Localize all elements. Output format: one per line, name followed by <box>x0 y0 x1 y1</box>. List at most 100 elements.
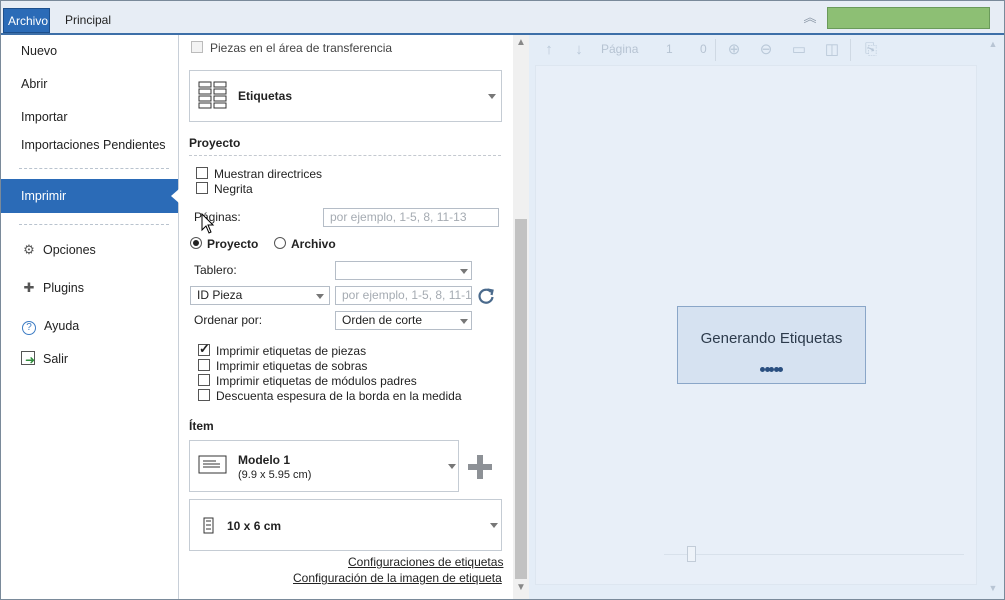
toolbar-divider <box>850 39 851 61</box>
nav-divider <box>19 224 169 225</box>
progress-indicator <box>827 7 990 29</box>
sort-select[interactable]: Orden de corte <box>335 311 472 330</box>
ribbon-tab-bar: Archivo Principal ︽ <box>1 1 1004 35</box>
nav-plugins-label: Plugins <box>43 281 84 295</box>
panel-scrollbar[interactable]: ▲ ▼ <box>513 35 529 599</box>
item-section-title: Ítem <box>189 419 214 433</box>
nav-importaciones-pendientes[interactable]: Importaciones Pendientes <box>1 133 178 157</box>
label-template-icon <box>198 455 227 474</box>
export-icon[interactable]: ⎘ <box>861 40 881 60</box>
fit-page-icon[interactable]: ◫ <box>822 40 842 60</box>
report-type-value: Etiquetas <box>238 89 293 103</box>
radio-proyecto[interactable] <box>190 237 202 249</box>
opt-sobras-checkbox[interactable] <box>198 359 210 371</box>
arrow-up-icon[interactable]: ↑ <box>539 40 559 60</box>
add-model-icon[interactable] <box>466 453 494 481</box>
nav-nuevo[interactable]: Nuevo <box>1 39 178 63</box>
pages-input[interactable]: por ejemplo, 1-5, 8, 11-13 <box>323 208 499 227</box>
tab-principal[interactable]: Principal <box>61 8 115 33</box>
chevron-down-icon <box>460 319 468 324</box>
chevron-down-icon <box>316 294 324 299</box>
nav-divider <box>19 168 169 169</box>
radio-archivo-label: Archivo <box>291 237 336 251</box>
nav-ayuda-label: Ayuda <box>44 319 80 333</box>
nav-salir[interactable]: Salir <box>1 347 178 372</box>
print-settings-panel: Piezas en el área de transferencia Etiqu… <box>180 35 513 599</box>
page-label: Página <box>601 42 639 56</box>
generating-title: Generando Etiquetas <box>700 330 843 347</box>
nav-salir-label: Salir <box>43 352 69 366</box>
scroll-down-icon[interactable]: ▼ <box>516 583 526 593</box>
link-label-config[interactable]: Configuraciones de etiquetas <box>348 555 503 569</box>
nav-plugins[interactable]: ✚ Plugins <box>1 276 178 300</box>
tab-archivo[interactable]: Archivo <box>3 8 50 33</box>
toolbar-divider <box>715 39 716 61</box>
generating-dialog: Generando Etiquetas <box>677 306 866 384</box>
labels-grid-icon <box>198 81 227 109</box>
page-current[interactable]: 1 <box>666 42 673 56</box>
opt-modulos-checkbox[interactable] <box>198 374 210 386</box>
scroll-up-icon[interactable]: ▲ <box>988 39 998 49</box>
zoom-in-icon[interactable]: ⊕ <box>724 40 744 60</box>
chevron-down-icon <box>490 523 498 528</box>
loading-dots-icon <box>760 361 785 372</box>
radio-proyecto-label: Proyecto <box>207 237 259 251</box>
collapse-ribbon-icon[interactable]: ︽ <box>801 11 819 25</box>
section-divider <box>189 155 501 156</box>
model-dropdown[interactable]: Modelo 1 (9.9 x 5.95 cm) <box>189 440 459 492</box>
nav-ayuda[interactable]: ? Ayuda <box>1 314 178 338</box>
nav-opciones[interactable]: ⚙ Opciones <box>1 238 178 262</box>
nav-opciones-label: Opciones <box>43 243 96 257</box>
puzzle-icon: ✚ <box>23 280 35 295</box>
bold-checkbox[interactable] <box>196 182 208 194</box>
nav-imprimir[interactable]: Imprimir <box>1 179 179 213</box>
help-icon: ? <box>22 321 36 335</box>
label-size-dropdown[interactable]: 10 x 6 cm <box>189 499 502 551</box>
arrow-down-icon[interactable]: ↓ <box>569 40 589 60</box>
transfer-label: Piezas en el área de transferencia <box>210 41 393 55</box>
mouse-cursor-icon <box>201 213 215 234</box>
opt-sobras-label: Imprimir etiquetas de sobras <box>216 359 368 373</box>
id-type-select[interactable]: ID Pieza <box>190 286 330 305</box>
zoom-out-icon[interactable]: ⊖ <box>756 40 776 60</box>
refresh-icon[interactable] <box>476 286 496 306</box>
scroll-down-icon[interactable]: ▼ <box>988 583 998 593</box>
board-select[interactable] <box>335 261 472 280</box>
preview-scrollbar[interactable]: ▲ ▼ <box>983 35 1003 599</box>
page-total: 0 <box>700 42 707 56</box>
guidelines-label: Muestran directrices <box>214 167 323 181</box>
preview-toolbar: ↑ ↓ Página 1 0 ⊕ ⊖ ▭ ◫ ⎘ <box>529 35 1004 65</box>
exit-icon <box>21 348 35 372</box>
opt-piezas-label: Imprimir etiquetas de piezas <box>216 344 367 358</box>
board-label: Tablero: <box>194 263 237 277</box>
backstage-nav: Nuevo Abrir Importar Importaciones Pendi… <box>1 35 179 599</box>
link-image-config[interactable]: Configuración de la imagen de etiqueta <box>293 571 502 585</box>
chevron-down-icon <box>448 464 456 469</box>
report-type-dropdown[interactable]: Etiquetas <box>189 70 502 122</box>
proyecto-section-title: Proyecto <box>189 136 241 150</box>
app-window: Archivo Principal ︽ Nuevo Abrir Importar… <box>0 0 1005 600</box>
chevron-down-icon <box>488 94 496 99</box>
transfer-checkbox[interactable] <box>191 41 203 53</box>
opt-piezas-checkbox[interactable] <box>198 341 210 357</box>
print-preview: ↑ ↓ Página 1 0 ⊕ ⊖ ▭ ◫ ⎘ Generando Etiqu… <box>529 35 1004 599</box>
id-range-input[interactable]: por ejemplo, 1-5, 8, 11-13 <box>335 286 472 305</box>
radio-archivo[interactable] <box>274 237 286 249</box>
model-size: (9.9 x 5.95 cm) <box>238 469 312 481</box>
zoom-slider-thumb[interactable] <box>687 546 696 562</box>
nav-abrir[interactable]: Abrir <box>1 72 178 96</box>
model-name: Modelo 1 <box>238 453 291 467</box>
preview-canvas: Generando Etiquetas <box>535 65 977 585</box>
bold-label: Negrita <box>214 182 253 196</box>
opt-borda-label: Descuenta espesura de la borda en la med… <box>216 389 462 403</box>
zoom-slider-track[interactable] <box>664 554 964 555</box>
nav-importar[interactable]: Importar <box>1 105 178 129</box>
label-roll-icon <box>203 517 214 534</box>
sort-label: Ordenar por: <box>194 313 263 327</box>
comment-icon[interactable]: ▭ <box>789 40 809 60</box>
opt-borda-checkbox[interactable] <box>198 389 210 401</box>
guidelines-checkbox[interactable] <box>196 167 208 179</box>
scroll-up-icon[interactable]: ▲ <box>516 38 526 48</box>
chevron-down-icon <box>460 269 468 274</box>
scroll-thumb[interactable] <box>515 219 527 579</box>
